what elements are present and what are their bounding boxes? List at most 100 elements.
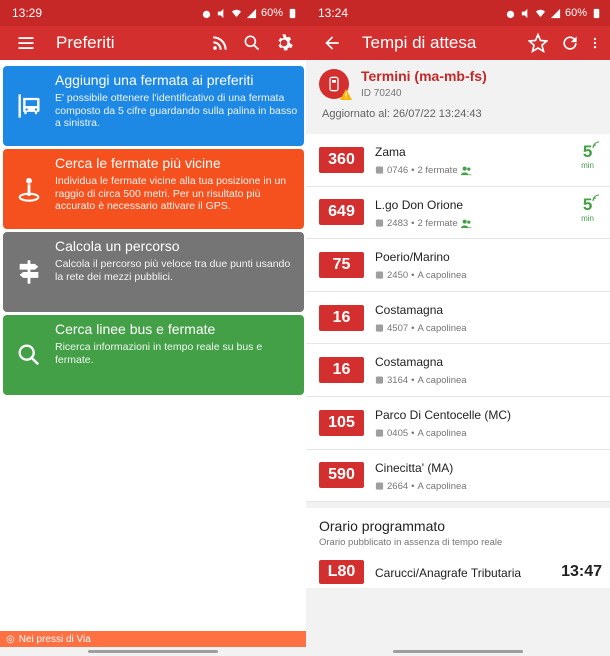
card-title: Aggiungi una fermata ai preferiti	[55, 72, 254, 88]
meta-separator: •	[411, 480, 415, 492]
search-icon[interactable]	[238, 29, 266, 57]
arrival-destination: Zama	[375, 145, 406, 159]
nearby-location-bar[interactable]: ◎ Nei pressi di Via	[0, 631, 306, 647]
arrival-meta: 4507 • A capolinea	[375, 323, 467, 334]
battery-icon	[289, 8, 296, 18]
line-number-badge: 360	[319, 146, 364, 173]
card-nearby-stops[interactable]: Cerca le fermate più vicine Individua le…	[3, 149, 304, 229]
stop-header: Termini (ma-mb-fs) ID 70240 Aggiornato a…	[306, 60, 610, 134]
card-route-planner[interactable]: Calcola un percorso Calcola il percorso …	[3, 232, 304, 312]
scheduled-section: Orario programmato Orario pubblicato in …	[306, 508, 610, 589]
rss-icon[interactable]	[206, 29, 234, 57]
arrival-row[interactable]: 16 Costamagna 3164 • A capolinea	[306, 344, 610, 397]
people-icon	[460, 166, 472, 176]
card-search-lines[interactable]: Cerca linee bus e fermate Ricerca inform…	[3, 315, 304, 395]
refresh-icon[interactable]	[556, 29, 584, 57]
arrival-row[interactable]: 16 Costamagna 4507 • A capolinea	[306, 292, 610, 345]
card-description: Ricerca informazioni in tempo reale su b…	[55, 341, 263, 366]
arrival-meta: 2483 • 2 fermate	[375, 218, 472, 229]
line-number-badge: 75	[319, 251, 364, 278]
alarm-icon	[506, 10, 515, 18]
alarm-icon	[202, 10, 211, 18]
home-gesture-pill[interactable]	[88, 650, 218, 653]
star-icon[interactable]	[524, 29, 552, 57]
warning-icon	[340, 89, 352, 100]
status-bar: 13:29 60%	[0, 0, 306, 26]
page-title: Tempi di attesa	[362, 33, 477, 52]
app-bar: Tempi di attesa	[306, 26, 610, 60]
eta-unit: min	[581, 213, 594, 223]
arrival-meta: 3164 • A capolinea	[375, 375, 467, 386]
scheduled-subtitle: Orario pubblicato in assenza di tempo re…	[319, 537, 503, 549]
menu-icon[interactable]	[12, 29, 40, 57]
people-icon	[460, 219, 472, 228]
bus-icon	[375, 324, 384, 332]
status-time: 13:29	[12, 6, 43, 20]
system-nav-bar	[0, 647, 306, 656]
status-icons: 60%	[505, 7, 602, 19]
arrival-row[interactable]: 360 Zama 0746 • 2 fermate 5 min	[306, 134, 610, 187]
vehicle-code: 2450	[387, 270, 409, 282]
scheduled-title: Orario programmato	[319, 518, 446, 535]
arrival-row[interactable]: 649 L.go Don Orione 2483 • 2 fermate 5 min	[306, 187, 610, 240]
arrival-destination: Costamagna	[375, 302, 444, 317]
vehicle-code: 4507	[387, 322, 409, 334]
arrival-meta: 0746 • 2 fermate	[375, 165, 472, 176]
wifi-icon	[231, 9, 242, 17]
favorites-screen: 13:29 60% Preferiti Aggiungi una fermata…	[0, 0, 306, 656]
arrival-row[interactable]: 105 Parco Di Centocelle (MC) 0405 • A capoli…	[306, 397, 610, 450]
card-add-favorite-stop[interactable]: Aggiungi una fermata ai preferiti E' pos…	[3, 66, 304, 146]
system-nav-bar	[306, 647, 610, 656]
vehicle-code: 2483	[387, 217, 409, 229]
line-number-badge: 649	[319, 199, 364, 226]
meta-separator: •	[411, 427, 415, 439]
arrival-row[interactable]: 590 Cinecitta' (MA) 2664 • A capolinea	[306, 450, 610, 503]
battery-icon	[593, 8, 600, 18]
more-vert-icon[interactable]	[588, 29, 602, 57]
bus-icon	[375, 219, 384, 227]
vehicle-code: 0405	[387, 427, 409, 439]
card-title: Cerca le fermate più vicine	[55, 155, 221, 171]
search-icon	[18, 344, 40, 366]
arrival-meta: 0405 • A capolinea	[375, 428, 467, 439]
arrival-destination: Parco Di Centocelle (MC)	[375, 407, 512, 422]
bus-icon	[375, 271, 384, 279]
settings-gear-icon[interactable]	[270, 29, 298, 57]
arrival-info: A capolinea	[417, 322, 467, 334]
status-bar: 13:24 60%	[306, 0, 610, 26]
location-pin-icon	[18, 177, 40, 202]
bus-stop-icon	[18, 94, 40, 118]
eta: 5 min	[581, 194, 600, 223]
battery-percent: 60%	[260, 7, 283, 19]
line-number-badge: 16	[319, 304, 364, 331]
status-time: 13:24	[318, 6, 349, 20]
arrival-info: A capolinea	[417, 270, 467, 282]
app-bar: Preferiti	[0, 26, 306, 60]
vehicle-code: 3164	[387, 375, 409, 387]
signpost-icon	[19, 260, 39, 284]
line-number-badge: L80	[319, 560, 364, 585]
arrival-meta: 2450 • A capolinea	[375, 270, 467, 281]
arrival-row[interactable]: 75 Poerio/Marino 2450 • A capolinea	[306, 239, 610, 292]
arrival-meta: 2664 • A capolinea	[375, 481, 467, 492]
eta-unit: min	[581, 161, 594, 170]
eta: 5 min	[581, 141, 600, 170]
meta-separator: •	[411, 270, 415, 282]
scheduled-row[interactable]: L80 Carucci/Anagrafe Tributaria 13:47	[306, 557, 610, 585]
line-number-badge: 16	[319, 357, 364, 384]
back-arrow-icon[interactable]	[318, 29, 346, 57]
arrival-destination: Poerio/Marino	[375, 250, 450, 265]
arrival-info: A capolinea	[417, 480, 467, 492]
page-title: Preferiti	[56, 33, 115, 52]
stop-id: ID 70240	[361, 88, 402, 99]
scheduled-destination: Carucci/Anagrafe Tributaria	[375, 566, 522, 581]
signal-icon	[550, 8, 561, 18]
last-updated: Aggiornato al: 26/07/22 13:24:43	[322, 108, 482, 120]
battery-percent: 60%	[564, 7, 587, 19]
vehicle-code: 2664	[387, 480, 409, 492]
arrival-destination: Costamagna	[375, 355, 444, 370]
home-gesture-pill[interactable]	[393, 650, 523, 653]
arrival-destination: Cinecitta' (MA)	[375, 460, 454, 475]
arrival-info: 2 fermate	[417, 165, 458, 176]
arrivals-list: 360 Zama 0746 • 2 fermate 5 min 649 L.go Don Ori…	[306, 134, 610, 503]
